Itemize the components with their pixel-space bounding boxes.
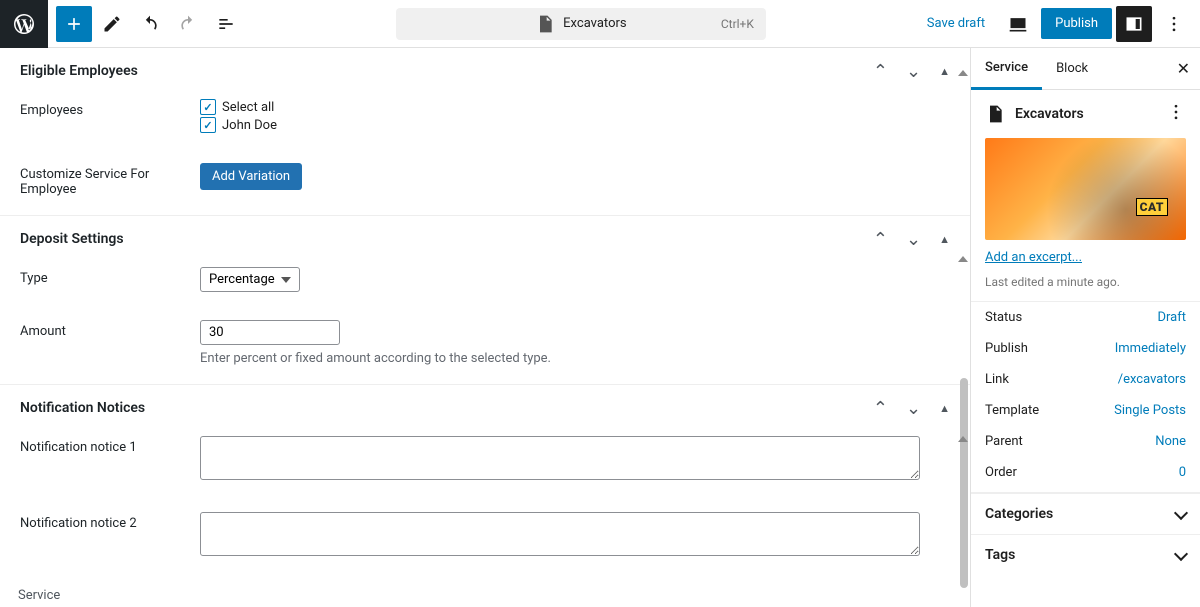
editor-area: Eligible Employees ⌃ ⌄ ▲ Employees Selec… bbox=[0, 48, 970, 607]
more-options-button[interactable] bbox=[1156, 6, 1192, 42]
collapse-icon[interactable]: ▲ bbox=[939, 233, 950, 246]
close-sidebar-icon[interactable]: ✕ bbox=[1177, 59, 1190, 78]
employee-name: John Doe bbox=[222, 118, 277, 133]
parent-label: Parent bbox=[985, 434, 1023, 449]
save-draft-button[interactable]: Save draft bbox=[917, 10, 995, 37]
document-outline-button[interactable] bbox=[208, 6, 244, 42]
move-up-icon[interactable]: ⌃ bbox=[873, 398, 888, 419]
template-label: Template bbox=[985, 403, 1039, 418]
edit-mode-button[interactable] bbox=[94, 6, 130, 42]
redo-button[interactable] bbox=[170, 6, 206, 42]
add-block-button[interactable] bbox=[56, 6, 92, 42]
notice1-label: Notification notice 1 bbox=[20, 436, 200, 455]
add-variation-button[interactable]: Add Variation bbox=[200, 163, 302, 190]
document-title-button[interactable]: Excavators Ctrl+K bbox=[396, 8, 766, 40]
chevron-down-icon bbox=[1176, 506, 1186, 522]
select-all-row[interactable]: Select all bbox=[200, 99, 950, 115]
template-value[interactable]: Single Posts bbox=[1114, 403, 1186, 418]
move-down-icon[interactable]: ⌄ bbox=[906, 398, 921, 419]
employees-label: Employees bbox=[20, 99, 200, 118]
shortcut-hint: Ctrl+K bbox=[721, 17, 754, 31]
amount-input[interactable] bbox=[200, 320, 340, 345]
document-title: Excavators bbox=[563, 16, 626, 31]
move-down-icon[interactable]: ⌄ bbox=[906, 229, 921, 250]
amount-label: Amount bbox=[20, 320, 200, 339]
checkbox-checked-icon[interactable] bbox=[200, 117, 216, 133]
link-label: Link bbox=[985, 372, 1009, 387]
link-value[interactable]: /excavators bbox=[1118, 372, 1186, 387]
checkbox-checked-icon[interactable] bbox=[200, 99, 216, 115]
top-toolbar: Excavators Ctrl+K Save draft Publish bbox=[0, 0, 1200, 48]
parent-value[interactable]: None bbox=[1155, 434, 1186, 449]
panel-categories[interactable]: Categories bbox=[971, 493, 1200, 534]
image-badge: CAT bbox=[1136, 198, 1168, 216]
chevron-down-icon bbox=[1176, 547, 1186, 563]
wp-logo[interactable] bbox=[0, 0, 48, 48]
settings-sidebar: Service Block ✕ Excavators CAT Add an ex… bbox=[970, 48, 1200, 607]
status-value[interactable]: Draft bbox=[1157, 310, 1186, 325]
tab-service[interactable]: Service bbox=[971, 49, 1042, 90]
panel-tags[interactable]: Tags bbox=[971, 534, 1200, 575]
post-type-icon bbox=[985, 104, 1005, 124]
collapse-icon[interactable]: ▲ bbox=[939, 402, 950, 415]
section-title-notify: Notification Notices bbox=[20, 400, 145, 416]
amount-help: Enter percent or fixed amount according … bbox=[200, 351, 950, 366]
status-label: Status bbox=[985, 310, 1022, 325]
type-label: Type bbox=[20, 267, 200, 286]
featured-image[interactable]: CAT bbox=[985, 138, 1186, 240]
publish-label: Publish bbox=[985, 341, 1028, 356]
notice2-label: Notification notice 2 bbox=[20, 512, 200, 531]
publish-button[interactable]: Publish bbox=[1041, 8, 1112, 39]
tab-block[interactable]: Block bbox=[1042, 48, 1102, 89]
page-icon bbox=[535, 14, 555, 34]
section-title-deposit: Deposit Settings bbox=[20, 231, 124, 247]
last-edited-text: Last edited a minute ago. bbox=[971, 275, 1200, 302]
order-label: Order bbox=[985, 465, 1017, 480]
collapse-icon[interactable]: ▲ bbox=[939, 65, 950, 78]
preview-button[interactable] bbox=[1000, 6, 1036, 42]
notice2-input[interactable] bbox=[200, 512, 920, 556]
footer-tab-service[interactable]: Service bbox=[0, 583, 78, 607]
post-actions-icon[interactable] bbox=[1166, 102, 1186, 126]
add-excerpt-link[interactable]: Add an excerpt... bbox=[971, 250, 1200, 265]
move-down-icon[interactable]: ⌄ bbox=[906, 61, 921, 82]
move-up-icon[interactable]: ⌃ bbox=[873, 61, 888, 82]
move-up-icon[interactable]: ⌃ bbox=[873, 229, 888, 250]
post-title: Excavators bbox=[1015, 106, 1156, 122]
undo-button[interactable] bbox=[132, 6, 168, 42]
type-select[interactable]: Percentage bbox=[200, 267, 300, 292]
settings-sidebar-toggle[interactable] bbox=[1116, 6, 1152, 42]
notice1-input[interactable] bbox=[200, 436, 920, 480]
select-all-label: Select all bbox=[222, 100, 274, 115]
order-value[interactable]: 0 bbox=[1179, 465, 1186, 480]
publish-value[interactable]: Immediately bbox=[1115, 341, 1186, 356]
section-title-eligible: Eligible Employees bbox=[20, 63, 138, 79]
employee-row[interactable]: John Doe bbox=[200, 117, 950, 133]
customize-label: Customize Service For Employee bbox=[20, 163, 200, 197]
